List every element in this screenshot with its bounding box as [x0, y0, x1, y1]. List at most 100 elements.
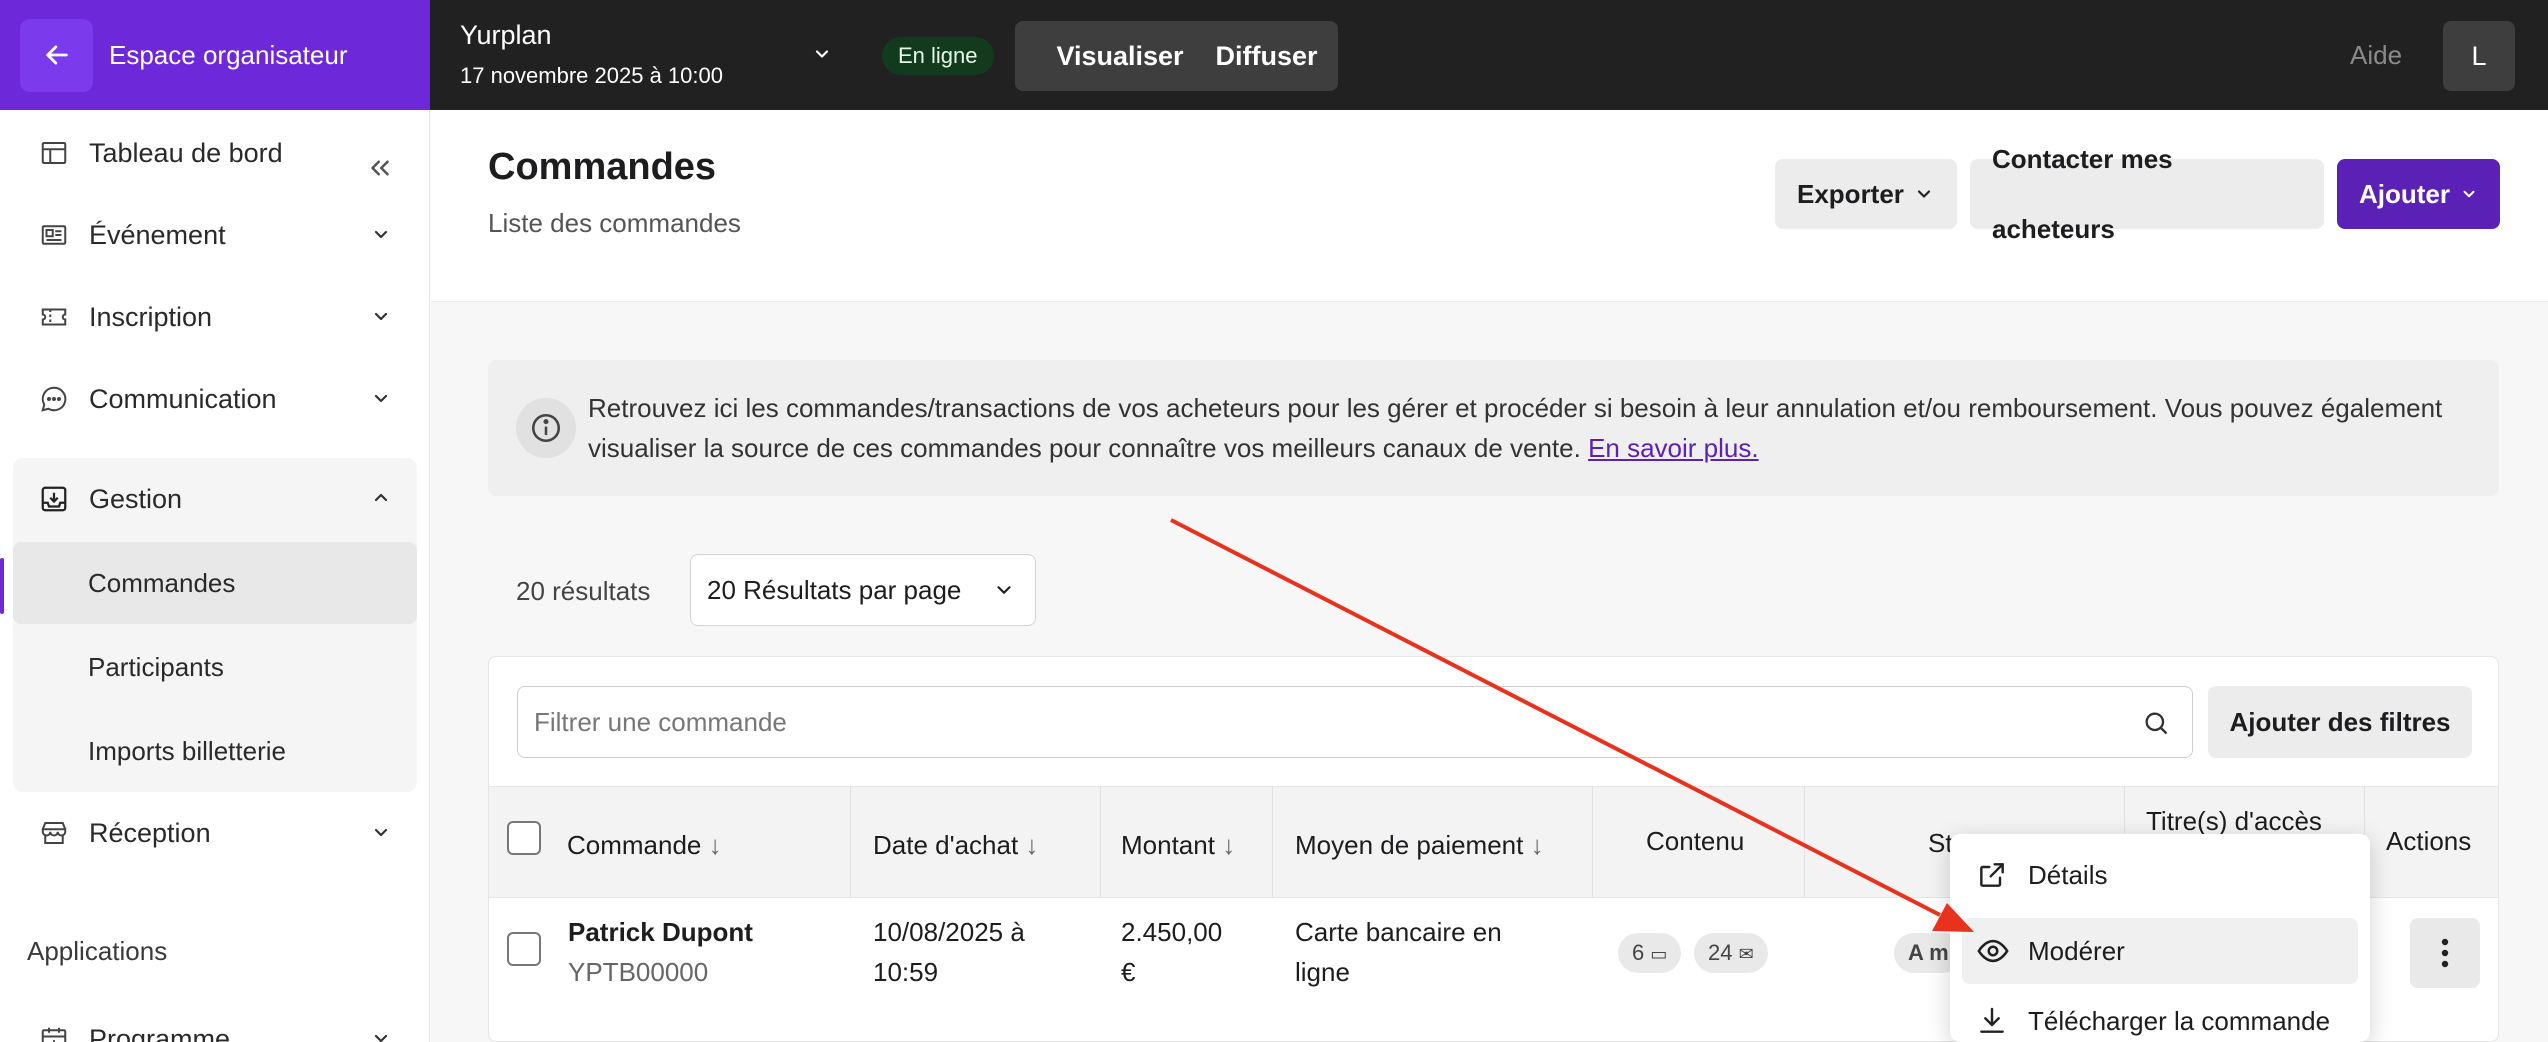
arrow-left-icon [45, 45, 68, 65]
publish-button[interactable]: Diffuser [1195, 21, 1338, 91]
purchase-date: 10/08/2025 à [873, 917, 1025, 947]
column-divider [1272, 786, 1273, 898]
menu-item-moderate[interactable]: Modérer [1962, 918, 2358, 984]
chat-icon [37, 382, 71, 416]
messages-count: 24 [1708, 940, 1733, 965]
export-label: Exporter [1797, 179, 1904, 209]
sidebar-subitem-ticket-imports[interactable]: Imports billetterie [13, 710, 417, 792]
download-icon [1976, 1005, 2014, 1037]
sidebar-item-communication[interactable]: Communication [13, 358, 417, 440]
sort-arrow-icon: ↓ [708, 830, 722, 860]
contact-buyers-button[interactable]: Contacter mes acheteurs [1970, 144, 2324, 244]
chevron-down-icon [374, 394, 388, 403]
column-header-label: Commande [567, 830, 702, 860]
column-header-content: Contenu [1646, 826, 1745, 856]
menu-item-label: Télécharger la commande [2028, 1005, 2331, 1036]
per-page-select[interactable]: 20 Résultats par page [690, 554, 1036, 626]
calendar-plus-icon [37, 1022, 71, 1042]
mail-icon: ✉ [1738, 944, 1754, 964]
preview-button[interactable]: Visualiser [1015, 21, 1225, 91]
layout-icon [37, 136, 71, 170]
buyer-name[interactable]: Patrick Dupont [568, 912, 753, 952]
sidebar-item-label: Réception [89, 817, 211, 848]
column-header-label: Moyen de paiement [1295, 830, 1524, 860]
ticket-icon: ▭ [1650, 944, 1668, 964]
applications-heading: Applications [27, 936, 168, 966]
sort-arrow-icon: ↓ [1530, 830, 1544, 860]
menu-item-details[interactable]: Détails [1962, 842, 2358, 908]
ticket-icon [37, 300, 71, 334]
info-body: Retrouvez ici les commandes/transactions… [588, 393, 2443, 463]
add-button[interactable]: Ajouter [2337, 159, 2500, 229]
column-header-order[interactable]: Commande ↓ [567, 830, 722, 861]
order-reference: YPTB00000 [568, 957, 709, 987]
per-page-value: 20 Résultats par page [707, 575, 962, 605]
chevron-down-icon [997, 586, 1011, 594]
row-checkbox[interactable] [507, 932, 541, 966]
column-header-status: St [1928, 828, 1953, 858]
column-header-amount[interactable]: Montant ↓ [1121, 830, 1235, 861]
search-icon [2145, 712, 2168, 735]
tickets-count: 6 [1632, 940, 1645, 965]
chevron-down-icon[interactable] [812, 44, 832, 64]
sidebar: Tableau de bord Événement Inscription Co… [0, 110, 430, 1042]
sidebar-item-reception[interactable]: Réception [13, 792, 417, 874]
sort-arrow-icon: ↓ [1222, 830, 1236, 860]
column-divider [1804, 786, 1805, 898]
help-link[interactable]: Aide [2350, 40, 2402, 71]
event-date: 17 novembre 2025 à 10:00 [460, 63, 723, 88]
chevron-down-icon [1917, 190, 1931, 198]
back-button[interactable] [20, 18, 93, 92]
sidebar-subitem-orders[interactable]: Commandes [13, 542, 417, 624]
sidebar-item-label: Événement [89, 219, 226, 250]
amount-currency: € [1121, 957, 1136, 987]
event-selector[interactable]: Yurplan 17 novembre 2025 à 10:00 [460, 20, 723, 89]
top-bar: Espace organisateur Yurplan 17 novembre … [0, 0, 2548, 110]
add-filters-button[interactable]: Ajouter des filtres [2208, 686, 2472, 758]
sidebar-item-label: Communication [89, 383, 277, 414]
external-link-icon [1976, 859, 2014, 891]
messages-count-chip: 24 ✉ [1694, 933, 1768, 973]
column-header-label: Date d'achat [873, 830, 1019, 860]
tickets-count-chip: 6 ▭ [1618, 933, 1682, 973]
chevron-down-icon [374, 828, 388, 837]
chevron-down-icon [374, 1034, 388, 1042]
sidebar-item-dashboard[interactable]: Tableau de bord [13, 112, 417, 194]
chevron-up-icon [374, 493, 388, 502]
event-name: Yurplan [460, 20, 552, 50]
info-text: Retrouvez ici les commandes/transactions… [588, 388, 2458, 468]
active-indicator [0, 558, 4, 614]
amount-value: 2.450,00 [1121, 917, 1223, 947]
menu-item-download-order[interactable]: Télécharger la commande [1962, 988, 2358, 1042]
column-header-payment[interactable]: Moyen de paiement ↓ [1295, 830, 1544, 861]
sidebar-item-label: Tableau de bord [89, 137, 283, 168]
payment-method-cont: ligne [1295, 957, 1350, 987]
sidebar-item-program[interactable]: Programme [13, 998, 417, 1042]
sidebar-subitem-participants[interactable]: Participants [13, 626, 417, 708]
order-filter-input[interactable]: Filtrer une commande [517, 686, 2193, 758]
export-button[interactable]: Exporter [1775, 159, 1957, 229]
purchase-time: 10:59 [873, 957, 939, 987]
menu-item-label: Modérer [2028, 935, 2125, 966]
organizer-space-header: Espace organisateur [0, 0, 430, 110]
contact-buyers-label: Contacter mes acheteurs [1992, 144, 2173, 244]
learn-more-link[interactable]: En savoir plus. [1588, 433, 1759, 463]
add-label: Ajouter [2359, 179, 2450, 209]
column-header-actions: Actions [2386, 826, 2472, 856]
page-subtitle: Liste des commandes [488, 208, 741, 238]
eye-icon [1976, 934, 2014, 968]
row-actions-button[interactable] [2410, 918, 2480, 988]
user-avatar[interactable]: L [2443, 21, 2515, 91]
column-divider [850, 786, 851, 898]
sidebar-item-registration[interactable]: Inscription [13, 276, 417, 358]
organizer-space-label: Espace organisateur [109, 39, 348, 70]
select-all-checkbox[interactable] [507, 821, 541, 855]
store-icon [37, 816, 71, 850]
column-divider [1592, 786, 1593, 898]
sidebar-item-label: Programme [89, 1023, 231, 1042]
sidebar-item-management[interactable]: Gestion [13, 458, 417, 540]
column-header-date[interactable]: Date d'achat ↓ [873, 830, 1038, 861]
sidebar-item-event[interactable]: Événement [13, 194, 417, 276]
column-header-access: Titre(s) d'accès [2146, 806, 2322, 836]
results-count: 20 résultats [516, 576, 651, 606]
